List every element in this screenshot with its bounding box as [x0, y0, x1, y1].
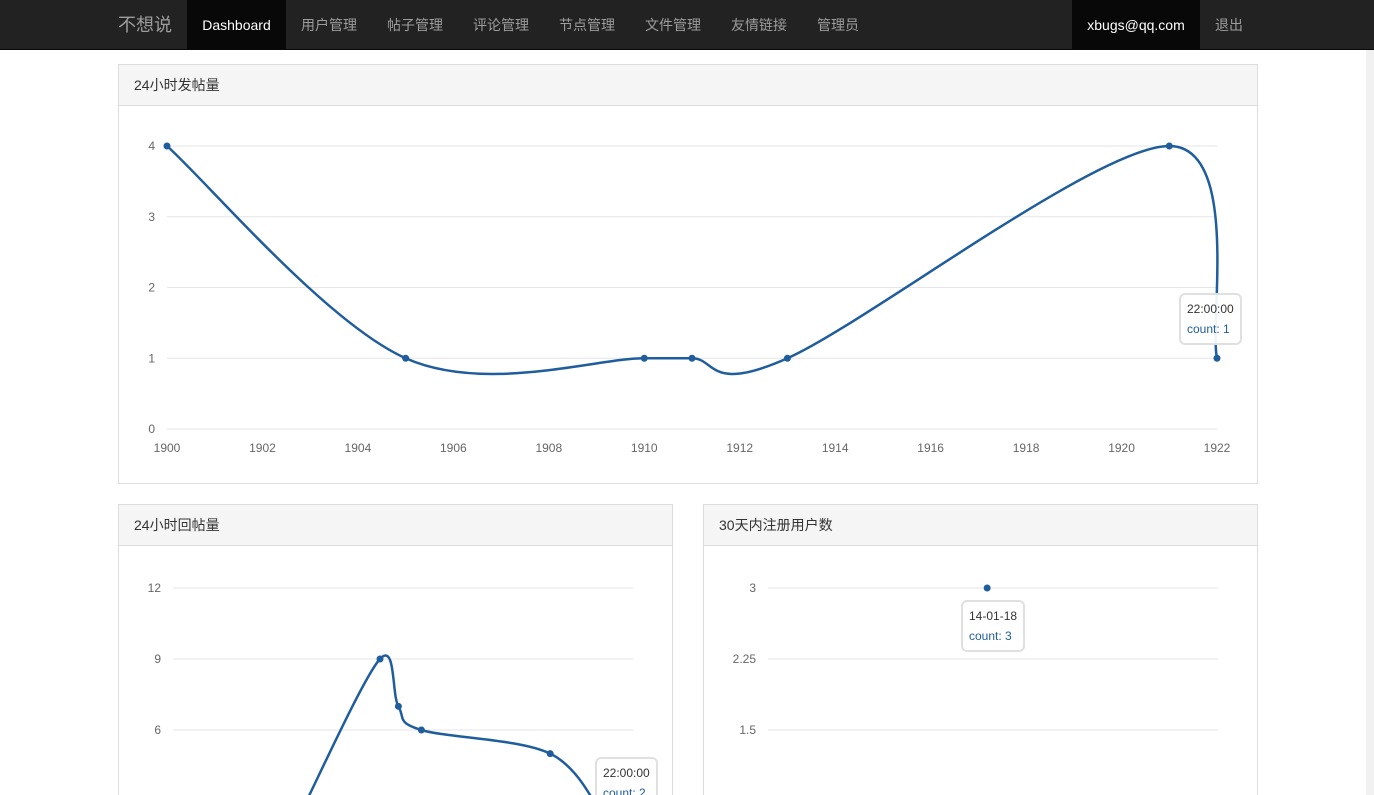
panel-title: 24小时回帖量	[119, 505, 672, 546]
data-point	[1213, 354, 1221, 362]
nav-post-management[interactable]: 帖子管理	[372, 0, 458, 50]
panel-replies-24h: 24小时回帖量 36912 22:00:00 count: 2	[118, 504, 673, 795]
x-tick-label: 1902	[249, 441, 276, 455]
nav-file-management[interactable]: 文件管理	[630, 0, 716, 50]
nav-comment-management[interactable]: 评论管理	[458, 0, 544, 50]
chart-tooltip: 14-01-18 count: 3	[961, 600, 1026, 652]
x-tick-label: 1904	[345, 441, 372, 455]
chart-tooltip: 22:00:00 count: 2	[595, 757, 658, 795]
data-point	[783, 354, 791, 362]
logout-link[interactable]: 退出	[1200, 0, 1258, 50]
series-line	[166, 144, 1219, 376]
data-point	[1165, 142, 1173, 150]
replies-24h-line-chart: 36912	[148, 581, 633, 795]
panel-users-30d: 30天内注册用户数 0.751.52.253 14-01-18 count: 3	[703, 504, 1258, 795]
y-tick-label: 3	[749, 581, 756, 595]
data-point	[402, 354, 410, 362]
y-tick-label: 2.25	[733, 652, 757, 666]
x-tick-label: 1900	[154, 441, 181, 455]
x-tick-label: 1918	[1013, 441, 1040, 455]
top-navbar: 不想说 Dashboard 用户管理 帖子管理 评论管理 节点管理 文件管理 友…	[0, 0, 1374, 50]
y-tick-label: 6	[154, 723, 161, 737]
y-tick-label: 2	[148, 281, 155, 295]
x-tick-label: 1906	[440, 441, 467, 455]
y-tick-label: 9	[154, 652, 161, 666]
nav-user-management[interactable]: 用户管理	[286, 0, 372, 50]
data-point	[376, 655, 384, 663]
y-tick-label: 12	[148, 581, 162, 595]
chart-tooltip: 22:00:00 count: 1	[1179, 293, 1242, 345]
nav-admins[interactable]: 管理员	[802, 0, 874, 50]
data-point	[163, 142, 171, 150]
data-point	[394, 702, 402, 710]
x-tick-label: 1908	[535, 441, 562, 455]
x-tick-label: 1916	[917, 441, 944, 455]
data-point	[417, 726, 425, 734]
data-point	[546, 750, 554, 758]
y-tick-label: 0	[148, 422, 155, 436]
posts-24h-line-chart: 0 1 2 3 4 1900 1902 1904 1906 1908 1910 1912 1914 191…	[148, 139, 1231, 455]
data-point	[983, 584, 991, 592]
nav-friend-links[interactable]: 友情链接	[716, 0, 802, 50]
y-tick-label: 4	[148, 139, 155, 153]
x-tick-label: 1910	[631, 441, 658, 455]
y-tick-label: 1	[148, 351, 155, 365]
x-tick-label: 1922	[1204, 441, 1231, 455]
nav-dashboard[interactable]: Dashboard	[187, 0, 286, 50]
panel-title: 30天内注册用户数	[704, 505, 1257, 546]
panel-title: 24小时发帖量	[119, 65, 1257, 106]
panel-posts-24h: 24小时发帖量 0 1 2 3 4 1900 1902 1904 1906 1908 1910 191…	[118, 64, 1258, 484]
data-point	[640, 354, 648, 362]
nav-node-management[interactable]: 节点管理	[544, 0, 630, 50]
y-tick-label: 3	[148, 210, 155, 224]
x-tick-label: 1912	[726, 441, 753, 455]
data-point	[688, 354, 696, 362]
users-30d-line-chart: 0.751.52.253	[733, 581, 1218, 795]
x-tick-label: 1920	[1108, 441, 1135, 455]
page-scrollbar[interactable]	[1366, 50, 1374, 795]
series-line	[308, 654, 592, 795]
brand-logo[interactable]: 不想说	[118, 0, 172, 50]
user-email-menu[interactable]: xbugs@qq.com	[1072, 0, 1200, 50]
y-tick-label: 1.5	[739, 723, 756, 737]
x-tick-label: 1914	[822, 441, 849, 455]
